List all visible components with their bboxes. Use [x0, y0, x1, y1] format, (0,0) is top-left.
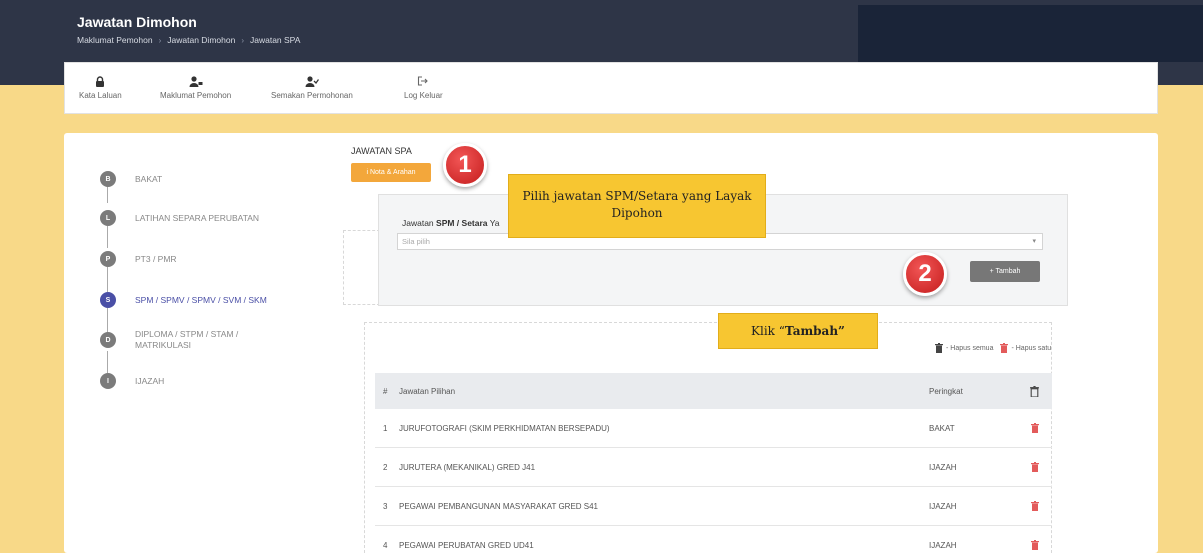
menu-label: Log Keluar	[404, 91, 443, 100]
row-name: JURUTERA (MEKANIKAL) GRED J41	[399, 462, 536, 472]
header-rank: Peringkat	[929, 386, 963, 396]
header-name: Jawatan Pilihan	[399, 386, 456, 396]
step-number-badge: 1	[443, 143, 487, 187]
user-check-icon	[304, 75, 320, 87]
row-rank: IJAZAH	[929, 501, 957, 511]
step-badge: B	[100, 171, 116, 187]
row-rank: IJAZAH	[929, 540, 957, 550]
dashed-frame	[343, 230, 380, 305]
logout-icon	[415, 75, 431, 87]
step-badge: P	[100, 251, 116, 267]
delete-legend: - Hapus semua - Hapus satu	[935, 343, 1051, 353]
menu-label: Semakan Permohonan	[271, 91, 353, 100]
tambah-button[interactable]: + Tambah	[970, 261, 1040, 282]
step-badge: I	[100, 373, 116, 389]
table-row: 3 PEGAWAI PEMBANGUNAN MASYARAKAT GRED S4…	[375, 487, 1052, 526]
hapus-satu-label: - Hapus satu	[1011, 344, 1052, 352]
breadcrumb-item[interactable]: Maklumat Pemohon	[77, 35, 153, 45]
step-badge: L	[100, 210, 116, 226]
table-row: 4 PEGAWAI PERUBATAN GRED UD41 IJAZAH	[375, 526, 1052, 553]
menu-maklumat-pemohon[interactable]: Maklumat Pemohon	[160, 75, 231, 100]
step-bakat[interactable]: B BAKAT	[100, 171, 330, 187]
step-number-badge: 2	[903, 252, 947, 296]
select-placeholder: Sila pilih	[402, 237, 430, 246]
chevron-right-icon: ›	[158, 35, 162, 45]
step-pt3[interactable]: P PT3 / PMR	[100, 251, 330, 267]
step-latihan[interactable]: L LATIHAN SEPARA PERUBATAN	[100, 210, 330, 226]
delete-row-icon[interactable]	[1017, 423, 1052, 433]
delete-row-icon[interactable]	[1017, 501, 1052, 511]
row-name: PEGAWAI PERUBATAN GRED UD41	[399, 540, 534, 550]
section-title: JAWATAN SPA	[351, 146, 412, 156]
lock-icon	[92, 75, 108, 87]
trash-all-icon[interactable]	[935, 343, 943, 353]
row-name: JURUFOTOGRAFI (SKIM PERKHIDMATAN BERSEPA…	[399, 423, 610, 433]
row-rank: BAKAT	[929, 423, 955, 433]
step-label: BAKAT	[135, 173, 163, 184]
user-card-icon	[188, 75, 204, 87]
step-ijazah[interactable]: I IJAZAH	[100, 373, 330, 389]
table-row: 1 JURUFOTOGRAFI (SKIM PERKHIDMATAN BERSE…	[375, 409, 1052, 448]
menu-kata-laluan[interactable]: Kata Laluan	[79, 75, 122, 100]
menu-label: Maklumat Pemohon	[160, 91, 232, 100]
step-label: PT3 / PMR	[135, 253, 177, 264]
row-num: 3	[383, 501, 388, 511]
header-overlay-box	[858, 5, 1203, 62]
menu-log-keluar[interactable]: Log Keluar	[404, 75, 443, 100]
table-header: # Jawatan Pilihan Peringkat	[375, 373, 1052, 409]
step-connector	[107, 267, 108, 292]
breadcrumb-item: Jawatan SPA	[249, 35, 301, 45]
nota-arahan-button[interactable]: i Nota & Arahan	[351, 163, 431, 182]
account-menu-bar: Kata Laluan Maklumat Pemohon Semakan Per…	[64, 62, 1158, 114]
step-diploma[interactable]: D DIPLOMA / STPM / STAM / MATRIKULASI	[100, 329, 330, 351]
menu-semakan-permohonan[interactable]: Semakan Permohonan	[271, 75, 353, 100]
table-row: 2 JURUTERA (MEKANIKAL) GRED J41 IJAZAH	[375, 448, 1052, 487]
header-num: #	[383, 386, 388, 396]
step-badge: D	[100, 332, 116, 348]
step-label: LATIHAN SEPARA PERUBATAN	[135, 212, 260, 223]
trash-all-icon[interactable]	[1017, 385, 1052, 397]
step-spm[interactable]: S SPM / SPMV / SPMV / SVM / SKM	[100, 292, 330, 308]
row-name: PEGAWAI PEMBANGUNAN MASYARAKAT GRED S41	[399, 501, 599, 511]
step-badge: S	[100, 292, 116, 308]
step-connector	[107, 226, 108, 248]
page-title: Jawatan Dimohon	[77, 14, 197, 30]
step-label: SPM / SPMV / SPMV / SVM / SKM	[135, 294, 267, 305]
trash-one-icon[interactable]	[1000, 343, 1009, 353]
instruction-callout: Pilih jawatan SPM/Setara yang Layak Dipo…	[508, 174, 766, 238]
row-rank: IJAZAH	[929, 462, 957, 472]
field-label: Jawatan SPM / Setara Ya	[402, 218, 500, 228]
row-num: 2	[383, 462, 388, 472]
delete-row-icon[interactable]	[1017, 462, 1052, 472]
menu-label: Kata Laluan	[79, 91, 122, 100]
jawatan-table: # Jawatan Pilihan Peringkat 1 JURUFOTOGR…	[375, 373, 1052, 553]
chevron-down-icon: ▾	[1032, 238, 1036, 245]
step-connector	[107, 351, 108, 373]
step-label: DIPLOMA / STPM / STAM / MATRIKULASI	[135, 329, 239, 350]
row-num: 1	[383, 423, 388, 433]
breadcrumb-item[interactable]: Jawatan Dimohon	[167, 35, 235, 45]
delete-row-icon[interactable]	[1017, 540, 1052, 550]
row-num: 4	[383, 540, 388, 550]
breadcrumb: Maklumat Pemohon › Jawatan Dimohon › Jaw…	[77, 35, 300, 45]
hapus-semua-label: - Hapus semua	[946, 344, 994, 352]
step-label: IJAZAH	[135, 375, 165, 386]
chevron-right-icon: ›	[241, 35, 244, 45]
instruction-callout: Klik “Tambah”	[718, 313, 878, 349]
